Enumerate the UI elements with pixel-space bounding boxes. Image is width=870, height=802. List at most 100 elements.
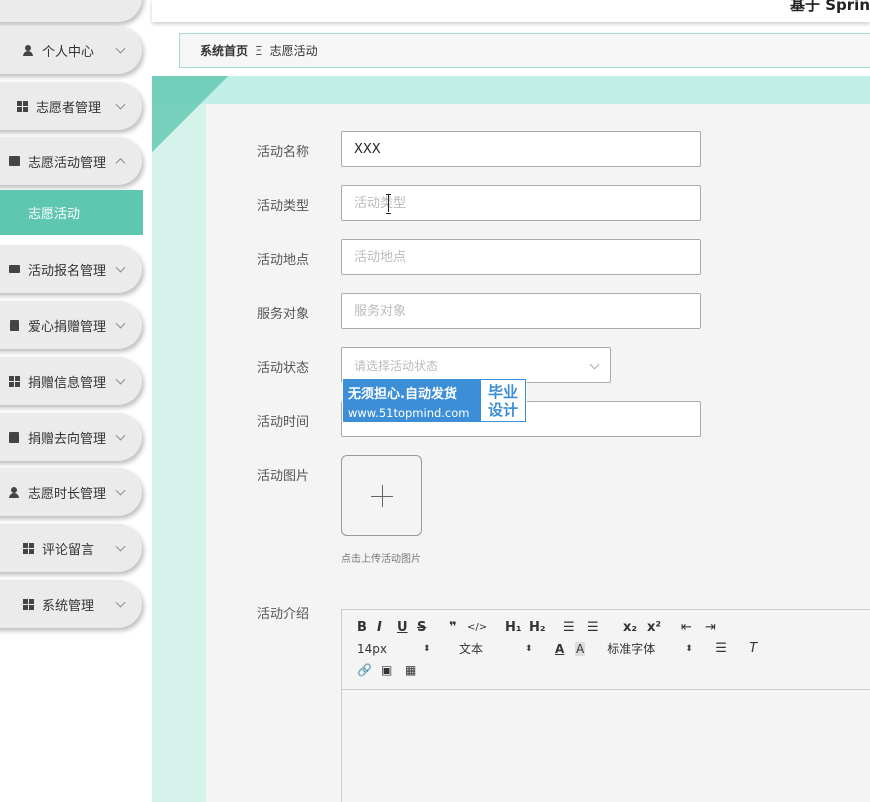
toolbar-row-3: 🔗 ▣ ▦ [357, 663, 429, 677]
service-target-input[interactable] [341, 293, 701, 329]
sidebar-item-label: 个人中心 [42, 44, 95, 60]
indent-button[interactable]: ⇥ [705, 620, 725, 635]
watermark-line2: www.51topmind.com [348, 406, 470, 420]
up-down-icon: ⬍ [423, 643, 431, 654]
watermark-badge-line1: 毕业 [487, 382, 518, 401]
align-icon[interactable]: ☰ [715, 641, 749, 656]
sidebar-item-donation-management[interactable]: 爱心捐赠管理 [0, 301, 142, 349]
activity-name-label: 活动名称 [257, 145, 310, 160]
sidebar-item-label: 志愿时长管理 [28, 486, 107, 502]
strikethrough-button[interactable]: S [417, 620, 449, 635]
subscript-button[interactable]: x₂ [623, 620, 647, 635]
signpost-icon [8, 431, 20, 443]
blockquote-button[interactable]: ❞ [449, 620, 467, 635]
chevron-down-icon [115, 99, 126, 110]
megaphone-icon [8, 155, 20, 167]
chevron-up-icon [115, 158, 126, 169]
sidebar: 个人中心 志愿者管理 志愿活动管理 志愿活动 活动报名管理 爱心捐赠管理 捐赠信… [0, 0, 148, 802]
chevron-down-icon [115, 318, 126, 329]
sidebar-item-label: 捐赠信息管理 [28, 375, 107, 391]
toolbar-row-1: B I U S ❞ </> H₁ H₂ ☰ ☰ x₂ x² ⇤ ⇥ [357, 620, 725, 635]
plus-icon-vertical [382, 485, 383, 507]
sidebar-item-donation-destination-management[interactable]: 捐赠去向管理 [0, 413, 142, 461]
clipboard-icon [8, 319, 20, 331]
code-block-button[interactable]: </> [467, 622, 505, 633]
activity-intro-label: 活动介绍 [257, 607, 310, 622]
grid-icon [8, 375, 20, 387]
activity-status-label: 活动状态 [257, 361, 310, 376]
watermark-banner: 无须担心.自动发货 www.51topmind.com 毕业 设计 [342, 378, 527, 423]
up-down-icon: ⬍ [685, 643, 693, 654]
sidebar-item-donation-info-management[interactable]: 捐赠信息管理 [0, 357, 142, 405]
image-upload-button[interactable] [341, 455, 422, 536]
sidebar-item-label: 评论留言 [42, 542, 95, 558]
link-icon[interactable]: 🔗 [357, 663, 381, 677]
activity-location-input[interactable] [341, 239, 701, 275]
service-target-label: 服务对象 [257, 307, 310, 322]
ordered-list-button[interactable]: ☰ [563, 620, 587, 635]
bullet-list-button[interactable]: ☰ [587, 620, 623, 635]
chevron-down-icon [115, 485, 126, 496]
underline-button[interactable]: U [397, 620, 417, 635]
chevron-down-icon [115, 430, 126, 441]
watermark-text: 无须担心.自动发货 www.51topmind.com [343, 379, 480, 422]
activity-status-placeholder: 请选择活动状态 [354, 358, 439, 373]
font-family-select[interactable]: 标准字体 [607, 640, 685, 657]
bold-button[interactable]: B [357, 620, 377, 635]
chevron-down-icon [115, 541, 126, 552]
background-color-icon[interactable]: A [575, 641, 586, 656]
top-header: 基于 Sprin [152, 0, 870, 22]
activity-image-label: 活动图片 [257, 469, 310, 484]
watermark-badge-line2: 设计 [487, 400, 518, 419]
font-color-icon[interactable]: A [555, 642, 575, 656]
grid-icon [22, 598, 34, 610]
breadcrumb-home-link[interactable]: 系统首页 [200, 42, 248, 59]
activity-location-label: 活动地点 [257, 253, 310, 268]
breadcrumb: 系统首页 Ξ 志愿活动 [179, 33, 870, 68]
chevron-down-icon [589, 359, 600, 370]
sidebar-item-volunteer-hours-management[interactable]: 志愿时长管理 [0, 468, 142, 516]
sidebar-item-label: 爱心捐赠管理 [28, 319, 107, 335]
app-title: 基于 Sprin [790, 0, 870, 14]
user-icon [22, 44, 34, 56]
sidebar-item-top-partial[interactable] [0, 0, 142, 22]
sidebar-item-label: 活动报名管理 [28, 263, 107, 279]
editor-toolbar: B I U S ❞ </> H₁ H₂ ☰ ☰ x₂ x² ⇤ ⇥ 14px ⬍… [342, 610, 870, 690]
header1-button[interactable]: H₁ [505, 620, 529, 635]
font-size-select[interactable]: 14px [357, 642, 423, 656]
superscript-button[interactable]: x² [647, 620, 681, 635]
chevron-down-icon [115, 374, 126, 385]
header2-button[interactable]: H₂ [529, 620, 563, 635]
sidebar-item-activity-management[interactable]: 志愿活动管理 [0, 137, 142, 185]
sidebar-item-volunteer-management[interactable]: 志愿者管理 [0, 82, 142, 130]
sidebar-item-personal-center[interactable]: 个人中心 [0, 26, 142, 74]
sidebar-item-system-management[interactable]: 系统管理 [0, 580, 142, 628]
clear-format-icon[interactable]: T [749, 641, 769, 656]
content-top-band [152, 76, 870, 104]
video-icon[interactable]: ▦ [405, 663, 429, 677]
breadcrumb-current: 志愿活动 [269, 44, 318, 58]
sidebar-item-label: 捐赠去向管理 [28, 431, 107, 447]
watermark-badge: 毕业 设计 [480, 379, 526, 422]
activity-type-input[interactable] [341, 185, 701, 221]
sidebar-item-label: 志愿活动管理 [28, 155, 107, 171]
sidebar-item-label: 志愿者管理 [36, 100, 102, 116]
chevron-down-icon [115, 597, 126, 608]
user-icon [8, 486, 20, 498]
grid-icon [16, 100, 28, 112]
upload-tip: 点击上传活动图片 [341, 554, 421, 565]
sidebar-subitem-volunteer-activity[interactable]: 志愿活动 [0, 190, 143, 235]
italic-button[interactable]: I [377, 620, 397, 635]
sidebar-item-comments[interactable]: 评论留言 [0, 524, 142, 572]
outdent-button[interactable]: ⇤ [681, 620, 705, 635]
grid-icon [22, 542, 34, 554]
rich-text-editor[interactable]: B I U S ❞ </> H₁ H₂ ☰ ☰ x₂ x² ⇤ ⇥ 14px ⬍… [341, 609, 870, 802]
toolbar-row-2: 14px ⬍ 文本 ⬍ A A 标准字体 ⬍ ☰ T [357, 640, 769, 657]
sidebar-item-signup-management[interactable]: 活动报名管理 [0, 245, 142, 293]
up-down-icon: ⬍ [525, 643, 533, 654]
paragraph-select[interactable]: 文本 [459, 640, 525, 657]
activity-time-label: 活动时间 [257, 415, 310, 430]
activity-name-input[interactable] [341, 131, 701, 167]
text-cursor-icon [386, 194, 391, 214]
image-icon[interactable]: ▣ [381, 663, 405, 677]
